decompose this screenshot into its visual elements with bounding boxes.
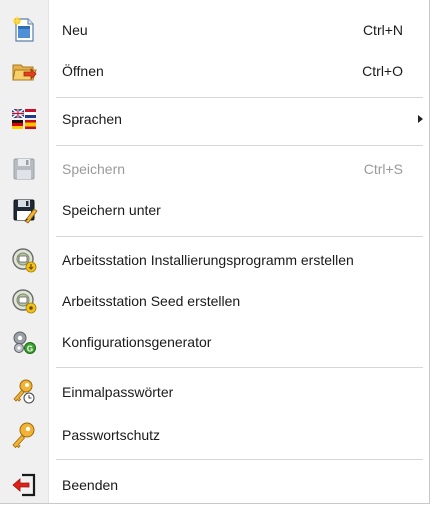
- menu-item-label: Öffnen: [62, 63, 104, 79]
- workstation-installer-icon: [10, 246, 38, 274]
- save-as-icon: [10, 196, 38, 224]
- menu-item-label: Speichern: [62, 161, 126, 177]
- menu-item-label: Sprachen: [62, 111, 122, 127]
- menu-item-label: Arbeitsstation Installierungsprogramm er…: [62, 252, 354, 268]
- open-folder-icon: [10, 57, 38, 85]
- menu-separator: [56, 236, 423, 238]
- svg-text:G: G: [27, 345, 33, 354]
- menu-item-label: Neu: [62, 22, 88, 38]
- file-menu: Neu Ctrl+N Öffnen Ctrl+O Sprachen Speich…: [0, 0, 430, 504]
- workstation-seed-icon: [10, 287, 38, 315]
- menu-separator: [56, 459, 423, 461]
- shortcut-text: Ctrl+S: [363, 161, 403, 177]
- menu-item-seed-erstellen[interactable]: Arbeitsstation Seed erstellen: [0, 284, 429, 318]
- password-key-icon: [10, 421, 38, 449]
- menu-item-passwortschutz[interactable]: Passwortschutz: [0, 418, 429, 452]
- menu-item-label: Speichern unter: [62, 202, 161, 218]
- save-disk-icon: [10, 155, 38, 183]
- menu-item-installer-erstellen[interactable]: Arbeitsstation Installierungsprogramm er…: [0, 243, 429, 277]
- menu-item-einmalpasswoerter[interactable]: Einmalpasswörter: [0, 375, 429, 409]
- menu-item-label: Arbeitsstation Seed erstellen: [62, 293, 241, 309]
- menu-item-neu[interactable]: Neu Ctrl+N: [0, 13, 429, 47]
- language-flags-icon: [10, 105, 38, 133]
- menu-separator: [56, 367, 423, 369]
- menu-item-sprachen[interactable]: Sprachen: [0, 102, 429, 136]
- shortcut-text: Ctrl+N: [362, 22, 403, 38]
- config-generator-gears-icon: G: [10, 328, 38, 356]
- menu-item-oeffnen[interactable]: Öffnen Ctrl+O: [0, 54, 429, 88]
- menu-item-label: Passwortschutz: [62, 427, 161, 443]
- shortcut-text: Ctrl+O: [362, 63, 403, 79]
- menu-item-label: Einmalpasswörter: [62, 384, 174, 400]
- menu-item-speichern[interactable]: Speichern Ctrl+S: [0, 152, 429, 186]
- menu-item-konfigurationsgenerator[interactable]: G Konfigurationsgenerator: [0, 325, 429, 359]
- exit-icon: [10, 471, 38, 499]
- one-time-password-key-icon: [10, 378, 38, 406]
- menu-item-label: Beenden: [62, 477, 119, 493]
- menu-item-label: Konfigurationsgenerator: [62, 334, 212, 350]
- menu-item-beenden[interactable]: Beenden: [0, 468, 429, 502]
- menu-separator: [56, 145, 423, 147]
- new-document-icon: [10, 16, 38, 44]
- submenu-arrow-icon: [418, 115, 423, 123]
- menu-item-speichern-unter[interactable]: Speichern unter: [0, 193, 429, 227]
- menu-separator: [56, 97, 423, 99]
